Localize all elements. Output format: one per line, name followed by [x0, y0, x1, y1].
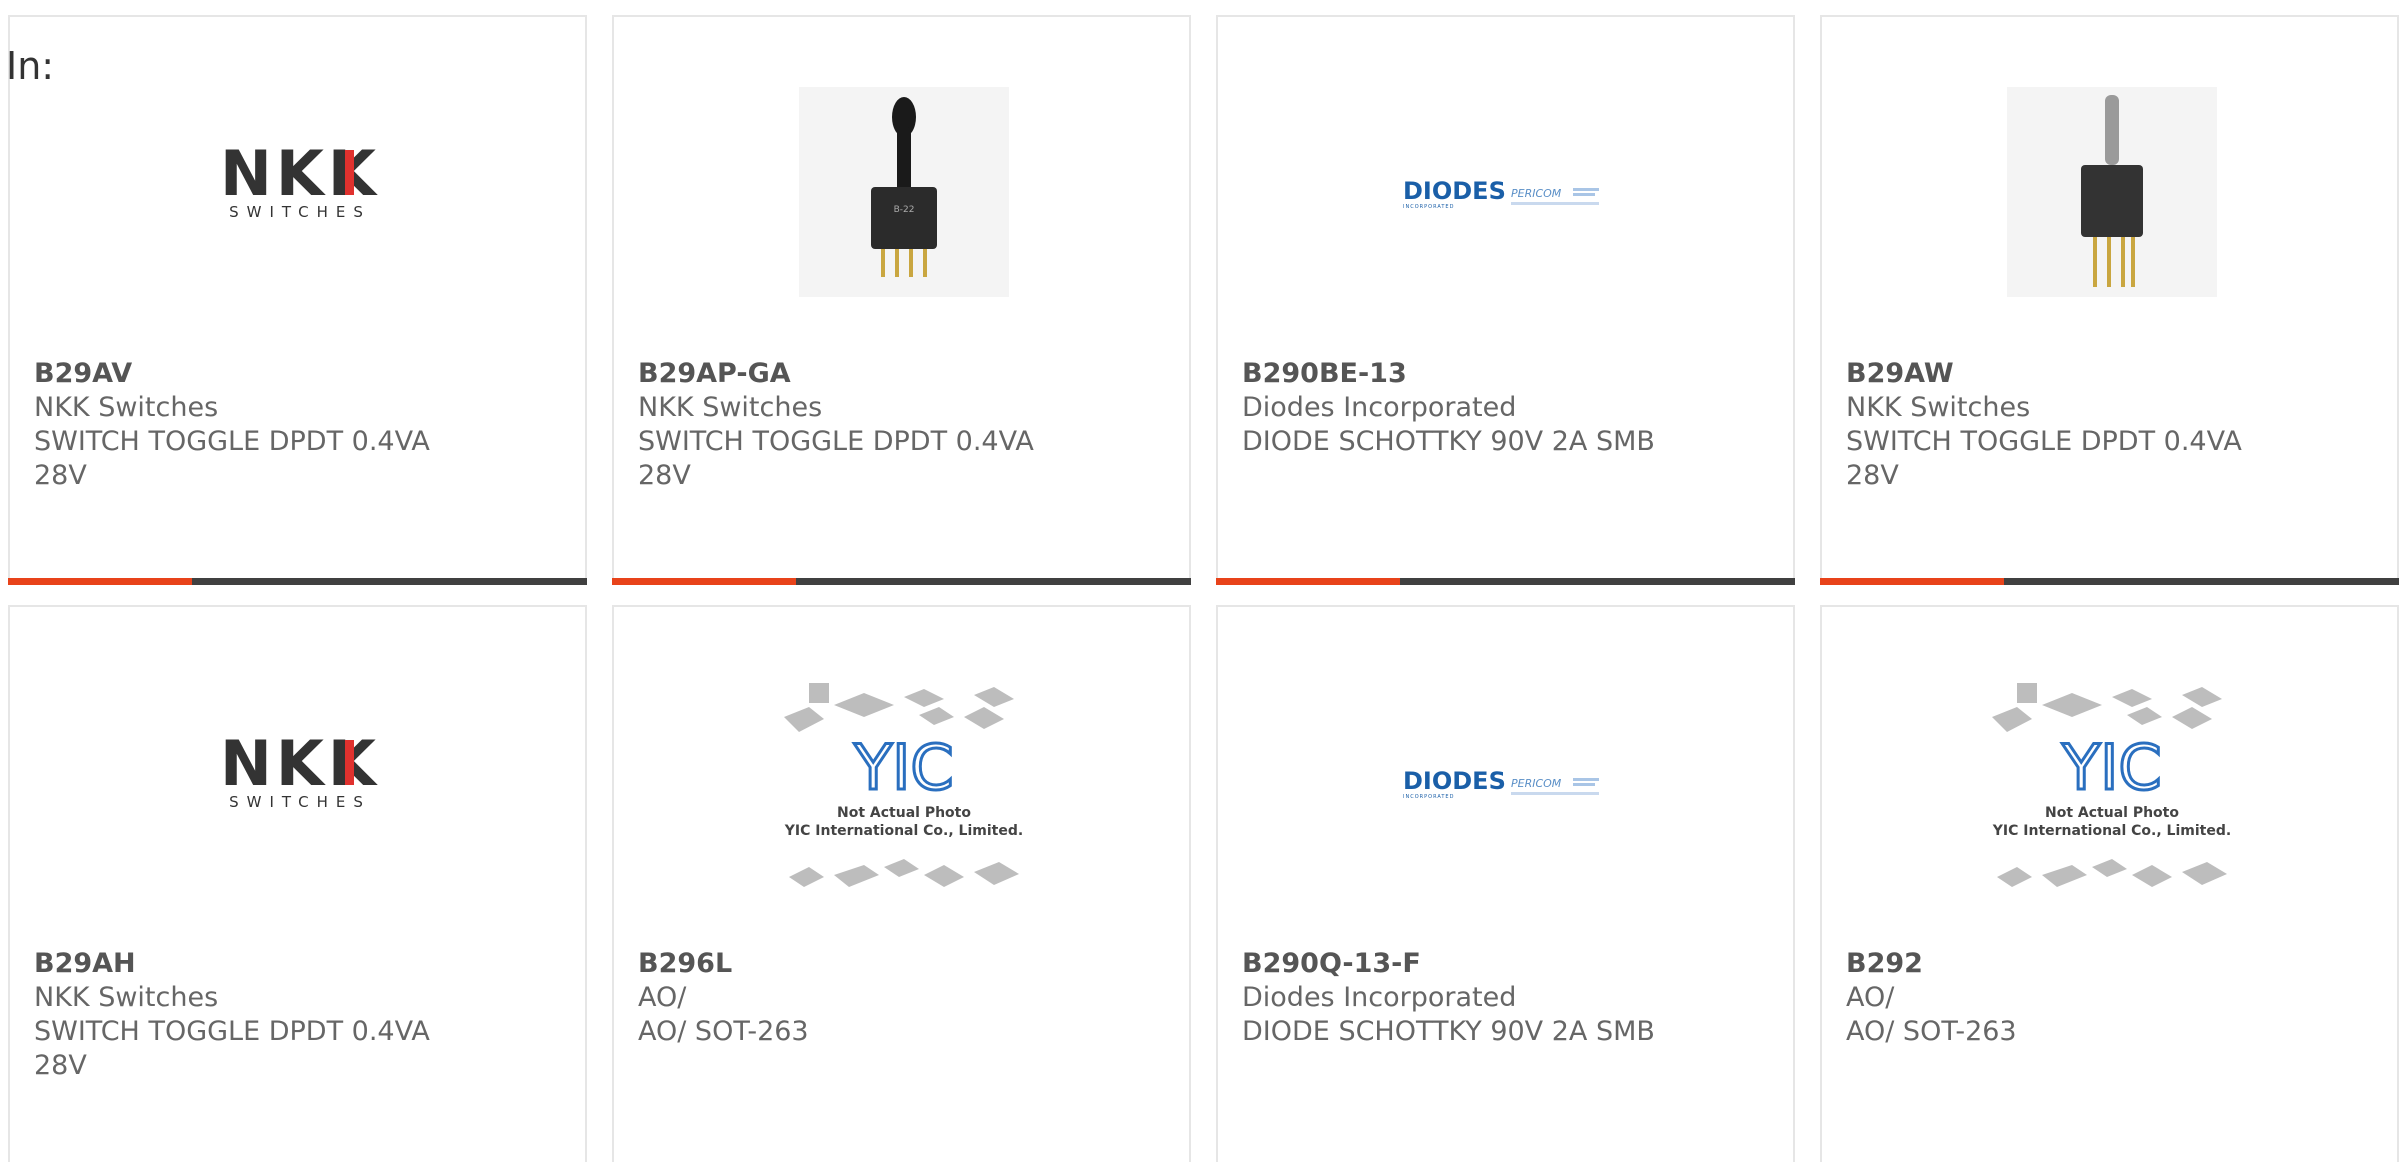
- svg-text:INCORPORATED: INCORPORATED: [1403, 794, 1454, 800]
- svg-text:YIC: YIC: [853, 731, 953, 804]
- product-info: B292 AO/ AO/ SOT-263: [1846, 947, 2377, 1049]
- card-accent-bar: [8, 578, 587, 585]
- product-info: B29AH NKK Switches SWITCH TOGGLE DPDT 0.…: [34, 947, 565, 1083]
- manufacturer: AO/: [1846, 982, 1895, 1013]
- part-number[interactable]: B296L: [638, 947, 1169, 981]
- nkk-logo-image: NKK SWITCHES: [195, 87, 405, 297]
- product-card[interactable]: B29AW NKK Switches SWITCH TOGGLE DPDT 0.…: [1820, 15, 2399, 585]
- description: AO/ SOT-263: [638, 1016, 809, 1047]
- diodes-logo-image: DIODES INCORPORATED PERICOM: [1403, 87, 1613, 297]
- product-info: B296L AO/ AO/ SOT-263: [638, 947, 1169, 1049]
- card-accent-bar: [1820, 578, 2399, 585]
- svg-text:DIODES: DIODES: [1403, 177, 1506, 205]
- product-info: B290Q-13-F Diodes Incorporated DIODE SCH…: [1242, 947, 1773, 1049]
- svg-text:B-22: B-22: [894, 205, 915, 215]
- part-number[interactable]: B29AV: [34, 357, 565, 391]
- description: AO/ SOT-263: [1846, 1016, 2017, 1047]
- description: SWITCH TOGGLE DPDT 0.4VA 28V: [34, 426, 430, 491]
- yic-placeholder-image: YIC Not Actual Photo YIC International C…: [764, 677, 1044, 887]
- product-card[interactable]: NKK SWITCHES B29AH NKK Switches SWITCH T…: [8, 605, 587, 1162]
- svg-text:INCORPORATED: INCORPORATED: [1403, 204, 1454, 210]
- part-number[interactable]: B29AP-GA: [638, 357, 1169, 391]
- part-number[interactable]: B29AW: [1846, 357, 2377, 391]
- svg-text:PERICOM: PERICOM: [1511, 777, 1562, 790]
- svg-text:DIODES: DIODES: [1403, 767, 1506, 795]
- product-card[interactable]: YIC Not Actual Photo YIC International C…: [612, 605, 1191, 1162]
- yic-placeholder-image: YIC Not Actual Photo YIC International C…: [1972, 677, 2252, 887]
- svg-text:YIC: YIC: [2061, 731, 2161, 804]
- description: SWITCH TOGGLE DPDT 0.4VA 28V: [1846, 426, 2242, 491]
- product-info: B29AV NKK Switches SWITCH TOGGLE DPDT 0.…: [34, 357, 565, 493]
- description: DIODE SCHOTTKY 90V 2A SMB: [1242, 426, 1655, 457]
- description: SWITCH TOGGLE DPDT 0.4VA 28V: [34, 1016, 430, 1081]
- svg-text:Not Actual Photo: Not Actual Photo: [837, 805, 971, 821]
- manufacturer: NKK Switches: [1846, 392, 2031, 423]
- nkk-logo-image: NKK SWITCHES: [195, 677, 405, 887]
- toggle-switch-image: B-22: [799, 87, 1009, 297]
- manufacturer: NKK Switches: [638, 392, 823, 423]
- manufacturer: NKK Switches: [34, 982, 219, 1013]
- product-card[interactable]: DIODES INCORPORATED PERICOM B290BE-13 Di…: [1216, 15, 1795, 585]
- product-grid-page: In: NKK SWITCHES B29AV NKK Switches SWIT…: [0, 0, 2400, 1162]
- part-number[interactable]: B29AH: [34, 947, 565, 981]
- description: DIODE SCHOTTKY 90V 2A SMB: [1242, 1016, 1655, 1047]
- svg-text:YIC International Co., Limited: YIC International Co., Limited.: [784, 823, 1023, 839]
- product-card[interactable]: YIC Not Actual Photo YIC International C…: [1820, 605, 2399, 1162]
- svg-text:Not Actual Photo: Not Actual Photo: [2045, 805, 2179, 821]
- product-info: B290BE-13 Diodes Incorporated DIODE SCHO…: [1242, 357, 1773, 459]
- svg-text:YIC International Co., Limited: YIC International Co., Limited.: [1992, 823, 2231, 839]
- filter-label: In:: [6, 44, 55, 88]
- product-card[interactable]: NKK SWITCHES B29AV NKK Switches SWITCH T…: [8, 15, 587, 585]
- product-card[interactable]: B-22 B29AP-GA NKK Switches SWITCH TOGGLE…: [612, 15, 1191, 585]
- card-accent-bar: [1216, 578, 1795, 585]
- manufacturer: Diodes Incorporated: [1242, 982, 1517, 1013]
- svg-text:SWITCHES: SWITCHES: [229, 793, 371, 811]
- manufacturer: AO/: [638, 982, 687, 1013]
- manufacturer: NKK Switches: [34, 392, 219, 423]
- part-number[interactable]: B290Q-13-F: [1242, 947, 1773, 981]
- product-info: B29AP-GA NKK Switches SWITCH TOGGLE DPDT…: [638, 357, 1169, 493]
- manufacturer: Diodes Incorporated: [1242, 392, 1517, 423]
- svg-text:PERICOM: PERICOM: [1511, 187, 1562, 200]
- toggle-switch-image: [2007, 87, 2217, 297]
- diodes-logo-image: DIODES INCORPORATED PERICOM: [1403, 677, 1613, 887]
- description: SWITCH TOGGLE DPDT 0.4VA 28V: [638, 426, 1034, 491]
- product-card[interactable]: DIODES INCORPORATED PERICOM B290Q-13-F D…: [1216, 605, 1795, 1162]
- product-info: B29AW NKK Switches SWITCH TOGGLE DPDT 0.…: [1846, 357, 2377, 493]
- part-number[interactable]: B290BE-13: [1242, 357, 1773, 391]
- card-accent-bar: [612, 578, 1191, 585]
- svg-text:NKK: NKK: [220, 137, 380, 210]
- part-number[interactable]: B292: [1846, 947, 2377, 981]
- svg-text:NKK: NKK: [220, 727, 380, 800]
- svg-text:SWITCHES: SWITCHES: [229, 203, 371, 221]
